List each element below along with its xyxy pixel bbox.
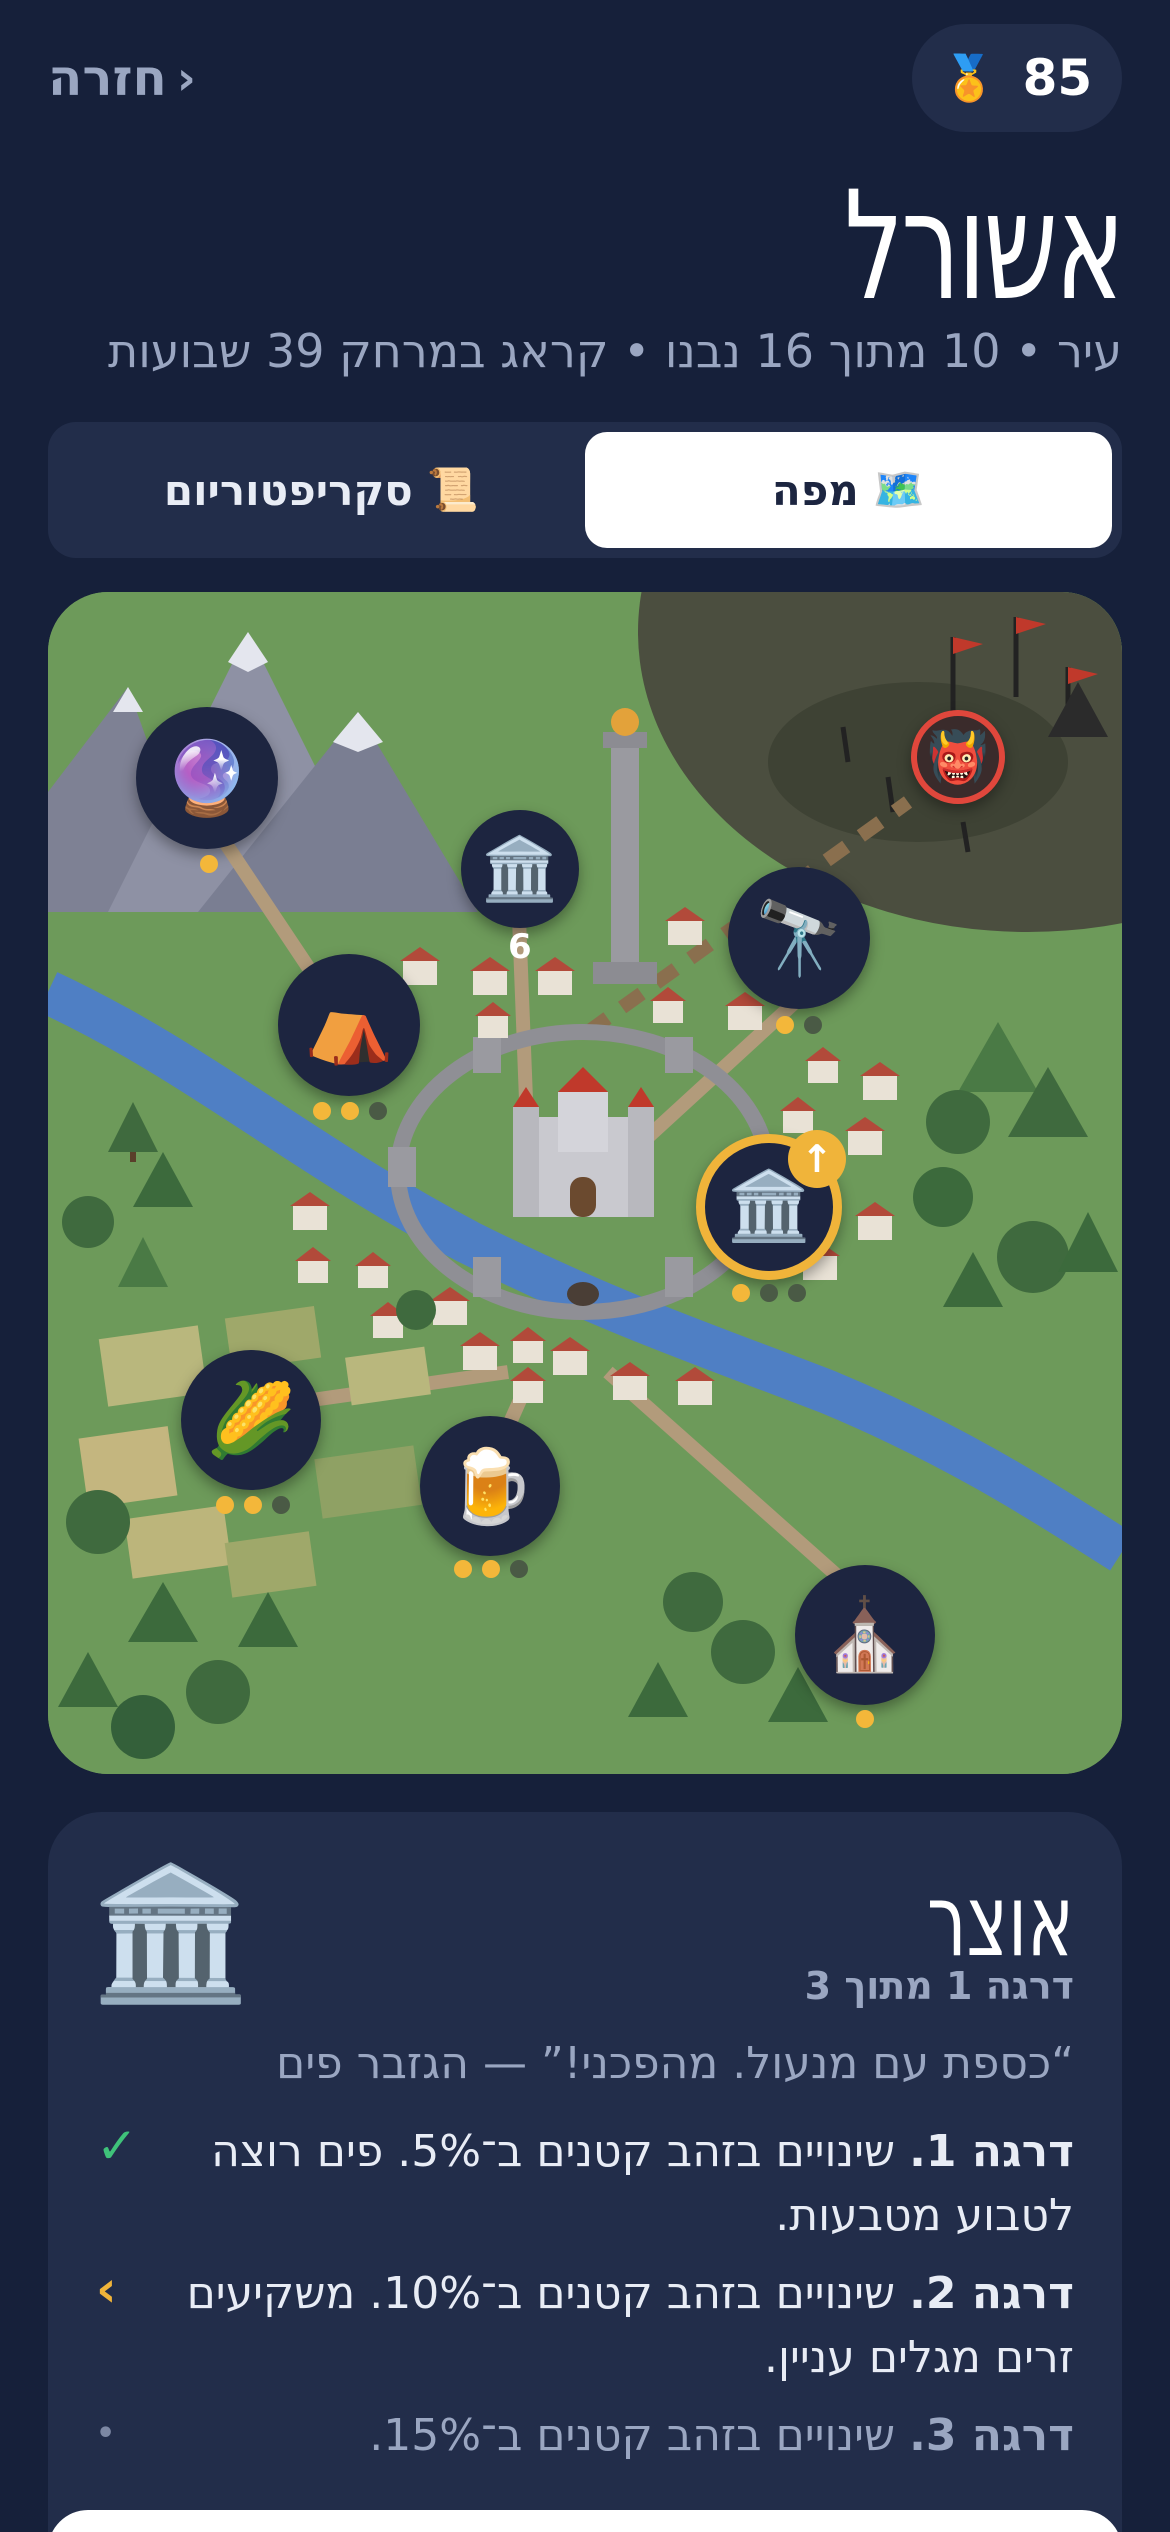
treasury-icon: 🏛️	[726, 1167, 812, 1246]
level-1-label: דרגה 1.	[909, 2126, 1074, 2177]
level-row-3: דרגה 3. שינויים בזהב קטנים ב־15%.	[158, 2404, 1074, 2468]
building-quote: “כספת עם מנעול. מהפכני!” — הגזבר פים	[276, 2038, 1074, 2089]
tab-map-label: מפה	[771, 465, 859, 515]
museum-icon: 🏛️	[481, 832, 559, 905]
tab-scriptorium[interactable]: 📜 סקריפטוריום	[58, 432, 585, 548]
building-level-text: דרגה 1 מתוך 3	[804, 1964, 1074, 2008]
tab-map[interactable]: 🗺️ מפה	[585, 432, 1112, 548]
city-subtitle: עיר • 10 מתוך 16 נבנו • קראג במרחק 39 שב…	[108, 324, 1122, 378]
level-dot	[369, 1102, 387, 1120]
level-dot	[482, 1560, 500, 1578]
farm-level-dots	[216, 1496, 290, 1514]
level-dot	[856, 1710, 874, 1728]
crystal-ball-level-dots	[200, 855, 218, 873]
chevron-right-icon: ›	[176, 51, 196, 105]
map-icon: 🗺️	[872, 465, 926, 514]
level-dot	[272, 1496, 290, 1514]
telescope-icon: 🔭	[754, 896, 844, 980]
corn-icon: 🌽	[206, 1378, 296, 1462]
level-dot	[454, 1560, 472, 1578]
crystal-ball-icon: 🔮	[162, 736, 252, 820]
level-dot	[244, 1496, 262, 1514]
building-church[interactable]: ⛪	[795, 1565, 935, 1705]
level-dot	[776, 1016, 794, 1034]
score-value: 85	[1022, 49, 1093, 107]
treasury-icon: 🏛️	[90, 1857, 252, 2009]
level-3-label: דרגה 3.	[909, 2410, 1074, 2461]
level-dot	[216, 1496, 234, 1514]
city-map[interactable]: 🔮 🏛️ 6 🔭 ⛺ 🏛️ ↑ 🌽 🍺 ⛪ 👹	[48, 592, 1122, 1774]
museum-level-label: 6	[508, 927, 532, 967]
level-row-2: דרגה 2. שינויים בזהב קטנים ב־10%. משקיעי…	[158, 2262, 1074, 2390]
level-dot	[788, 1284, 806, 1302]
level-dot	[732, 1284, 750, 1302]
action-button[interactable]	[48, 2510, 1122, 2532]
top-bar: חזרה › 🏅 85	[48, 24, 1122, 132]
view-tabs: 🗺️ מפה 📜 סקריפטוריום	[48, 422, 1122, 558]
level-3-text: שינויים בזהב קטנים ב־15%.	[369, 2410, 896, 2461]
church-level-dots	[856, 1710, 874, 1728]
level-dot	[760, 1284, 778, 1302]
building-farm[interactable]: 🌽	[181, 1350, 321, 1490]
church-icon: ⛪	[821, 1594, 909, 1676]
scroll-icon: 📜	[426, 465, 480, 514]
building-tent[interactable]: ⛺	[278, 954, 420, 1096]
enemy-camp-marker[interactable]: 👹	[911, 710, 1005, 804]
building-museum[interactable]: 🏛️	[461, 810, 579, 928]
telescope-level-dots	[776, 1016, 822, 1034]
building-tavern[interactable]: 🍺	[420, 1416, 560, 1556]
building-detail-panel: 🏛️ אוצר דרגה 1 מתוך 3 “כספת עם מנעול. מה…	[48, 1812, 1122, 2532]
medal-icon: 🏅	[941, 53, 997, 104]
building-crystal-ball[interactable]: 🔮	[136, 707, 278, 849]
ogre-icon: 👹	[926, 728, 990, 786]
level-dot	[200, 855, 218, 873]
level-dot	[313, 1102, 331, 1120]
level-dot	[804, 1016, 822, 1034]
level-dot	[510, 1560, 528, 1578]
level-row-1: דרגה 1. שינויים בזהב קטנים ב־5%. פים רוצ…	[158, 2120, 1074, 2248]
score-badge[interactable]: 🏅 85	[912, 24, 1122, 132]
upgrade-arrow-icon[interactable]: ↑	[788, 1130, 846, 1188]
tent-icon: ⛺	[304, 983, 394, 1067]
treasury-level-dots	[732, 1284, 806, 1302]
building-telescope[interactable]: 🔭	[728, 867, 870, 1009]
tent-level-dots	[313, 1102, 387, 1120]
bullet-icon: •	[96, 2416, 116, 2451]
tab-scriptorium-label: סקריפטוריום	[163, 465, 413, 515]
back-button[interactable]: חזרה ›	[48, 46, 196, 110]
page-title: אשורל	[843, 160, 1125, 334]
level-dot	[341, 1102, 359, 1120]
level-2-label: דרגה 2.	[909, 2268, 1074, 2319]
tavern-level-dots	[454, 1560, 528, 1578]
chevron-icon: ›	[96, 2260, 117, 2318]
check-icon: ✓	[96, 2117, 138, 2175]
beer-icon: 🍺	[445, 1444, 535, 1528]
back-label: חזרה	[48, 49, 167, 107]
building-title: אוצר	[927, 1862, 1074, 1979]
